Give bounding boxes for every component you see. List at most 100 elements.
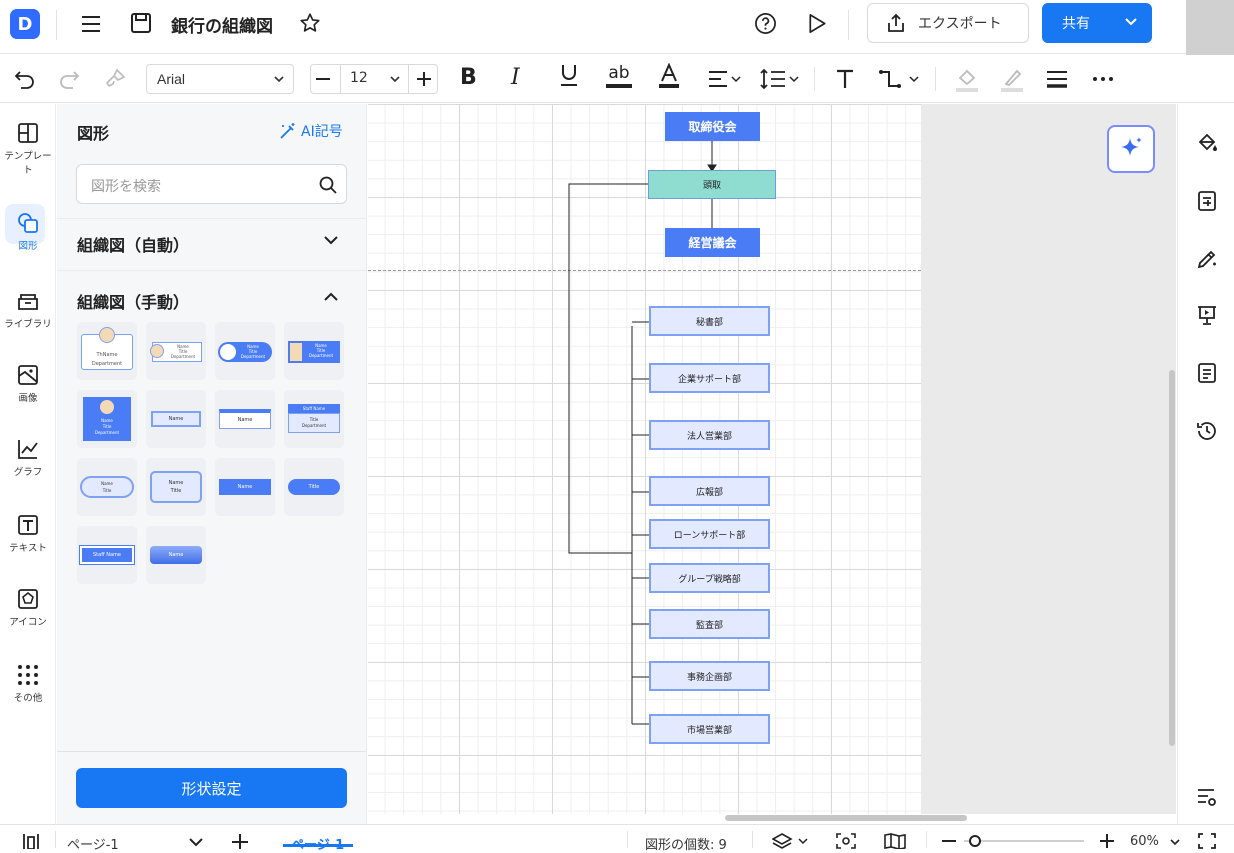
increase-font-icon[interactable] [416,71,432,87]
divider [55,831,56,848]
page-settings-icon[interactable] [1196,190,1218,212]
rail-label: 画像 [18,393,38,404]
chevron-down-icon[interactable] [389,74,401,84]
rail-item-text[interactable]: テキスト [0,514,56,554]
search-icon[interactable] [319,176,337,194]
shape-tile[interactable]: Name Title [77,458,137,516]
org-node-department[interactable]: 企業サポート部 [649,363,770,393]
org-node-department[interactable]: 広報部 [649,476,770,506]
canvas-outside-area[interactable] [921,104,1176,814]
fill-color-icon[interactable] [955,67,979,93]
zoom-slider[interactable] [964,840,1084,842]
star-icon[interactable] [299,12,321,34]
zoom-slider-thumb[interactable] [969,835,981,847]
horizontal-scrollbar[interactable] [725,815,967,821]
shape-settings-button[interactable]: 形状設定 [76,768,347,808]
paint-bucket-icon[interactable] [1196,132,1218,154]
underline-icon[interactable] [559,63,579,87]
shape-tile[interactable]: Name [215,390,275,448]
section-org-auto[interactable]: 組織図（自動） [77,232,189,256]
tile-text: Department [170,354,196,359]
zoom-in-icon[interactable] [1100,834,1114,848]
org-node-department[interactable]: 秘書部 [649,306,770,336]
chevron-up-icon[interactable] [323,291,339,303]
rail-item-library[interactable]: ライブラリ [0,290,56,330]
app-logo[interactable]: D [10,9,40,39]
page-selector-value: ページ-1 [67,838,119,853]
rail-item-images[interactable]: 画像 [0,364,56,404]
panel-settings-icon[interactable] [1196,786,1218,808]
decrease-font-icon[interactable] [316,78,330,80]
line-spacing-icon[interactable] [760,68,800,90]
org-node-department[interactable]: 法人営業部 [649,420,770,450]
shape-tile[interactable]: Name [215,458,275,516]
shape-tile[interactable]: Name Title Department [215,322,275,380]
shape-tile[interactable]: Name [146,390,206,448]
document-list-icon[interactable] [1196,362,1218,384]
align-icon[interactable] [708,69,742,89]
rail-item-shapes[interactable]: 図形 [0,212,56,252]
bold-icon[interactable]: B [460,65,477,90]
history-icon[interactable] [1196,420,1218,442]
shape-tile[interactable]: Name Title Department [146,322,206,380]
shape-search-input[interactable]: 図形を検索 [76,164,347,204]
chevron-down-icon[interactable] [1123,15,1139,29]
drawing-canvas[interactable]: 取締役会 頭取 経営議会 秘書部 企業サポート部 法人営業部 広報部 ローンサポ… [368,104,921,814]
shape-tile[interactable]: Name Title Department [77,390,137,448]
chevron-down-icon[interactable] [188,837,204,847]
shape-tile[interactable]: Staff Name Title Department [284,390,344,448]
document-title[interactable]: 銀行の組織図 [171,12,273,37]
rail-item-more[interactable]: その他 [0,664,56,704]
rail-item-charts[interactable]: グラフ [0,438,56,478]
divider [340,64,341,94]
export-button[interactable]: エクスポート [867,3,1029,43]
italic-icon[interactable]: I [511,65,520,90]
divider [814,67,815,91]
connector-icon[interactable] [878,68,922,90]
tile-text: Title [170,488,182,494]
strikethrough-icon[interactable]: ab [606,63,632,88]
play-icon[interactable] [806,12,828,35]
vertical-scrollbar[interactable] [1169,370,1175,746]
org-node-committee[interactable]: 経営議会 [665,228,760,257]
page-selector[interactable]: ページ-1 [67,834,119,853]
org-node-president[interactable]: 頭取 [648,170,776,199]
font-size-value[interactable]: 12 [350,70,368,86]
org-node-department[interactable]: ローンサポート部 [649,519,770,549]
shape-tile[interactable]: Name Title [146,458,206,516]
shape-tile[interactable]: Name [146,526,206,584]
section-org-manual[interactable]: 組織図（手動） [77,289,189,313]
rail-item-templates[interactable]: テンプレート [0,122,56,176]
undo-icon[interactable] [14,69,36,89]
menu-icon[interactable] [80,14,102,34]
export-icon [888,13,904,32]
shape-tile[interactable]: Staff Name [77,526,137,584]
rail-item-icons[interactable]: アイコン [0,588,56,628]
redo-icon[interactable] [58,69,80,89]
format-painter-icon[interactable] [104,68,126,90]
zoom-out-icon[interactable] [942,840,956,842]
shape-tile[interactable]: Name Title Department [284,322,344,380]
org-node-board[interactable]: 取締役会 [665,112,760,141]
line-style-icon[interactable] [1046,69,1068,89]
text-tool-icon[interactable] [835,68,855,90]
ai-symbol-link[interactable]: AI記号 [279,121,343,141]
presentation-icon[interactable] [1196,304,1218,326]
shape-tile[interactable]: ThName Department [77,322,137,380]
org-node-department[interactable]: 監査部 [649,609,770,639]
ai-assistant-button[interactable] [1107,125,1155,173]
save-icon[interactable] [130,12,152,34]
org-node-department[interactable]: 事務企画部 [649,661,770,691]
font-family-select[interactable]: Arial [146,64,294,94]
org-node-department[interactable]: グループ戦略部 [649,563,770,593]
org-node-department[interactable]: 市場営業部 [649,714,770,744]
font-color-icon[interactable] [658,63,680,89]
line-color-icon[interactable] [1000,67,1024,93]
style-brush-icon[interactable] [1196,248,1218,270]
shape-tile[interactable]: Title [284,458,344,516]
avatar[interactable] [1186,0,1234,62]
help-icon[interactable] [754,12,777,35]
chevron-down-icon[interactable] [1169,838,1181,846]
more-icon[interactable] [1092,76,1114,82]
chevron-down-icon[interactable] [323,234,339,246]
